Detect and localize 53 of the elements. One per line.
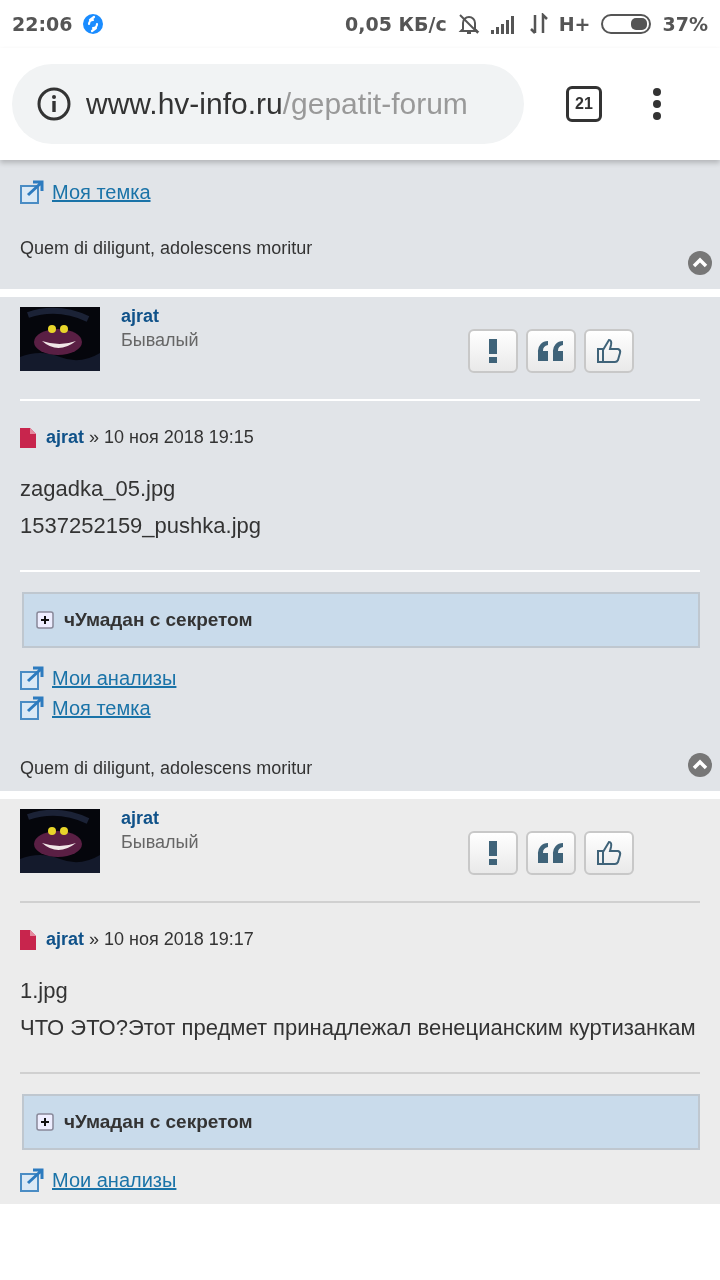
signature-text: Quem di diligunt, adolescens moritur	[20, 758, 314, 779]
user-rank: Бывалый	[121, 832, 199, 853]
post-icon	[20, 929, 36, 950]
post-meta: ajrat » 10 ноя 2018 19:17	[45, 929, 254, 950]
thumbs-up-icon	[596, 338, 622, 364]
spoiler-header[interactable]: чУмадан с секретом	[22, 592, 700, 648]
external-link-icon	[20, 696, 44, 720]
quote-button[interactable]	[526, 831, 576, 875]
post-meta: ajrat » 10 ноя 2018 19:15	[45, 427, 254, 448]
signature-link[interactable]: Моя темка	[52, 180, 151, 204]
post-text: ЧТО ЭТО?Этот предмет принадлежал венецианским куртизанкам	[20, 1014, 696, 1042]
data-arrows-icon	[528, 13, 549, 35]
address-bar[interactable]: www.hv-info.ru/gepatit-forum	[12, 64, 524, 144]
menu-icon[interactable]	[652, 87, 662, 121]
signature-link[interactable]: Мои анализы	[52, 666, 177, 690]
post-icon	[20, 427, 36, 448]
like-button[interactable]	[584, 831, 634, 875]
info-icon	[36, 86, 72, 122]
url-text: www.hv-info.ru/gepatit-forum	[86, 87, 468, 121]
tab-count-button[interactable]: 21	[566, 86, 602, 122]
user-rank: Бывалый	[121, 330, 199, 351]
post-text: 1.jpg	[20, 977, 68, 1005]
scroll-up-icon[interactable]	[688, 251, 712, 275]
scroll-up-icon[interactable]	[688, 753, 712, 777]
quote-icon	[537, 842, 565, 864]
post-text: 1537252159_pushka.jpg	[20, 512, 261, 540]
quote-button[interactable]	[526, 329, 576, 373]
signature-link[interactable]: Моя темка	[52, 696, 151, 720]
expand-icon	[36, 1113, 54, 1131]
exclamation-icon	[488, 841, 498, 865]
thumbs-up-icon	[596, 840, 622, 866]
expand-icon	[36, 611, 54, 629]
external-link-icon	[20, 180, 44, 204]
clock: 22:06	[12, 13, 73, 35]
muted-bell-icon	[456, 12, 481, 36]
like-button[interactable]	[584, 329, 634, 373]
report-button[interactable]	[468, 831, 518, 875]
battery-icon	[600, 13, 653, 35]
external-link-icon	[20, 1168, 44, 1192]
external-link-icon	[20, 666, 44, 690]
quote-icon	[537, 340, 565, 362]
spoiler-header[interactable]: чУмадан с секретом	[22, 1094, 700, 1150]
author-link[interactable]: ajrat	[121, 306, 160, 327]
network-speed: 0,05 КБ/с	[344, 13, 447, 35]
signature-link[interactable]: Мои анализы	[52, 1168, 177, 1192]
network-type: H+	[558, 13, 591, 35]
exclamation-icon	[488, 339, 498, 363]
app-notification-icon	[82, 13, 105, 35]
report-button[interactable]	[468, 329, 518, 373]
post-text: zagadka_05.jpg	[20, 475, 176, 503]
author-link[interactable]: ajrat	[121, 808, 160, 829]
battery-level: 37%	[662, 13, 708, 35]
signature-text: Quem di diligunt, adolescens moritur	[20, 238, 314, 259]
